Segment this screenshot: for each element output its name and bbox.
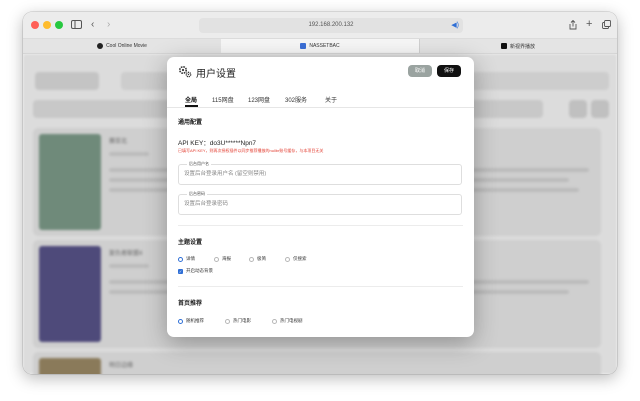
movie-favicon-icon [97, 43, 104, 49]
radio-selected-icon [178, 318, 183, 324]
close-window-button[interactable] [31, 21, 39, 29]
radio-selected-icon [178, 256, 183, 262]
theme-section-title: 主题设置 [178, 240, 203, 246]
general-section-title: 通用配置 [178, 120, 203, 126]
address-bar[interactable]: 192.168.200.132 ◀) [199, 18, 463, 33]
api-key-note: 已填写API KEY，则再次授权插件以同步推荐播放的nullbr账号缓存，与本项… [178, 148, 324, 153]
tab-123-drive[interactable]: 123网盘 [248, 95, 270, 104]
bg-add-button [591, 100, 609, 118]
tab-about[interactable]: 关于 [325, 95, 337, 104]
new-tab-icon[interactable]: + [586, 19, 592, 30]
bg-card-title: 明日边缘 [109, 363, 134, 369]
api-key-value: API KEY：do3U******Npn7 [178, 140, 257, 147]
radio-label: 海报 [222, 256, 231, 261]
browser-tab-label: Cool Online Movie [106, 43, 147, 49]
nas-favicon-icon [300, 43, 307, 49]
radio-label: 极简 [257, 256, 266, 261]
theme-option-detail[interactable]: 详情 [178, 256, 195, 262]
radio-icon [225, 318, 230, 324]
tab-overview-icon[interactable] [602, 20, 611, 32]
browser-tab-newview[interactable]: 新视界播放 [419, 39, 617, 53]
dynamic-background-checkbox[interactable]: ✓ 开启动态背景 [178, 268, 213, 274]
username-field[interactable]: 后台用户名 [178, 161, 462, 185]
bg-logo [35, 72, 99, 90]
password-label: 后台密码 [187, 191, 207, 197]
username-input[interactable] [184, 169, 454, 179]
tab-115-drive[interactable]: 115网盘 [212, 95, 234, 104]
bg-card: 明日边缘 [33, 352, 601, 374]
bg-poster [39, 246, 101, 342]
bg-card-title: 赛亚北 [109, 139, 128, 145]
password-input[interactable] [184, 199, 454, 209]
sidebar-toggle-icon[interactable] [71, 20, 82, 32]
checkbox-label: 开启动态背景 [186, 268, 213, 273]
address-bar-url: 192.168.200.132 [308, 22, 354, 28]
zoom-window-button[interactable] [55, 21, 63, 29]
radio-icon [214, 256, 219, 262]
radio-label: 详情 [186, 256, 195, 261]
user-settings-modal: 用户设置 取消 保存 全局 115网盘 123网盘 302服务 关于 通用配置 … [167, 57, 474, 337]
share-icon[interactable] [569, 19, 577, 33]
radio-icon [249, 256, 254, 262]
browser-tab-label: 新视界播放 [509, 43, 535, 50]
bg-poster [39, 358, 101, 374]
newview-favicon-icon [500, 43, 507, 49]
section-divider [178, 225, 463, 226]
speaker-icon[interactable]: ◀) [451, 18, 459, 33]
save-button[interactable]: 保存 [437, 65, 461, 77]
checkmark-icon: ✓ [178, 268, 183, 274]
tab-global[interactable]: 全局 [185, 95, 197, 104]
tab-302-service[interactable]: 302服务 [285, 95, 307, 104]
home-option-hot-tv[interactable]: 热门电视剧 [272, 318, 303, 324]
browser-tab-movie[interactable]: Cool Online Movie [23, 39, 222, 53]
browser-tab-label: NASSETBAC [309, 43, 340, 49]
browser-titlebar: ‹ › 192.168.200.132 ◀) + [23, 12, 617, 39]
tabs-divider [167, 107, 474, 108]
back-arrow-icon[interactable]: ‹ [91, 20, 94, 30]
password-field[interactable]: 后台密码 [178, 191, 462, 215]
home-option-hot-movies[interactable]: 热门电影 [225, 318, 251, 324]
home-section-title: 首页推荐 [178, 301, 203, 307]
minimize-window-button[interactable] [43, 21, 51, 29]
bg-line [109, 264, 149, 268]
radio-icon [285, 256, 290, 262]
gear-icon [178, 65, 192, 78]
radio-icon [272, 318, 277, 324]
browser-tabbar: Cool Online Movie NASSETBAC 新视界播放 [23, 39, 617, 54]
bg-card-title: 复仇者联盟4 [109, 251, 143, 257]
radio-label: 随机推荐 [186, 318, 204, 323]
section-divider [178, 286, 463, 287]
bg-line [109, 152, 149, 156]
theme-option-minimal[interactable]: 极简 [249, 256, 266, 262]
cancel-button[interactable]: 取消 [408, 65, 432, 77]
home-option-random[interactable]: 随机推荐 [178, 318, 204, 324]
bg-settings-button [569, 100, 587, 118]
browser-tab-nas[interactable]: NASSETBAC [221, 39, 420, 53]
theme-option-search-only[interactable]: 仅搜索 [285, 256, 307, 262]
modal-header: 用户设置 取消 保存 [167, 57, 474, 85]
radio-label: 热门电影 [233, 318, 251, 323]
radio-label: 仅搜索 [293, 256, 307, 261]
theme-option-poster[interactable]: 海报 [214, 256, 231, 262]
modal-title: 用户设置 [196, 69, 236, 80]
radio-label: 热门电视剧 [280, 318, 303, 323]
username-label: 后台用户名 [187, 161, 211, 167]
bg-poster [39, 134, 101, 230]
forward-arrow-icon[interactable]: › [107, 20, 110, 30]
